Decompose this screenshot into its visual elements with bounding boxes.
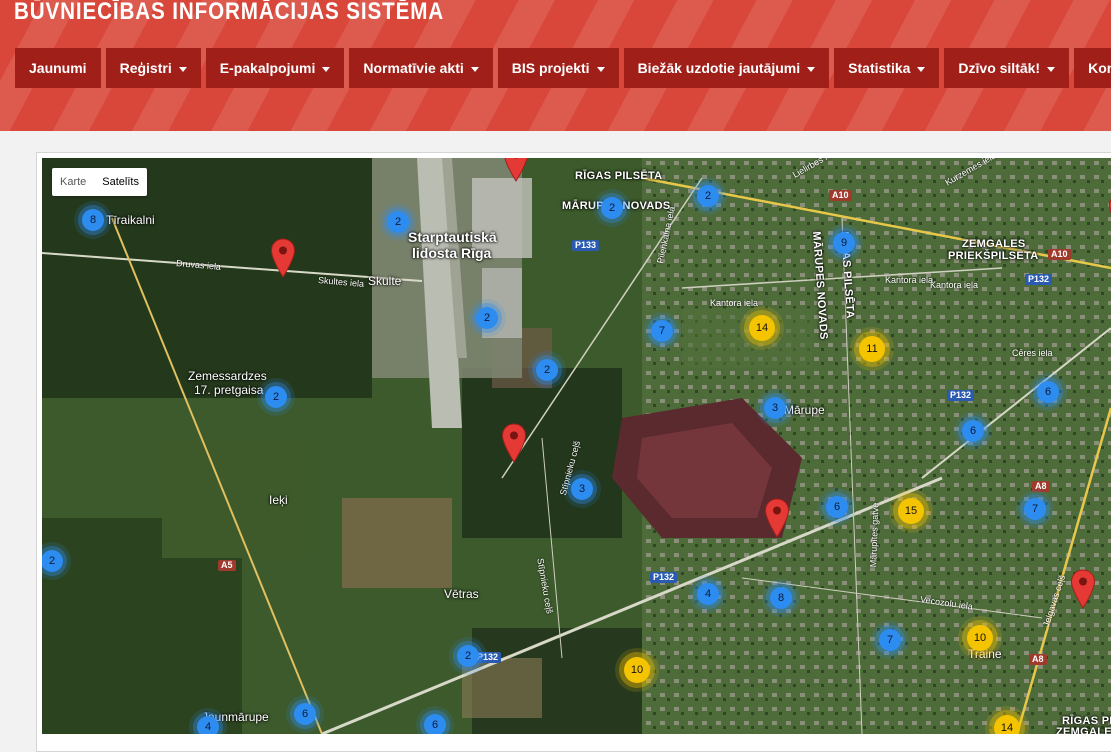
nav-e-pakalpojumi[interactable]: E-pakalpojumi (205, 48, 345, 88)
nav-jaunumi[interactable]: Jaunumi (15, 48, 101, 88)
road-shield: A5 (218, 560, 236, 571)
caret-down-icon (917, 66, 926, 72)
zemgales-bottom-label: ZEMGALES P (1056, 726, 1111, 734)
nav-normativie-akti[interactable]: Normatīvie akti (349, 48, 493, 88)
road-shield: A8 (1032, 481, 1050, 492)
nav-label: Dzīvo siltāk! (958, 60, 1041, 76)
caret-down-icon (470, 66, 479, 72)
location-pin-icon[interactable] (764, 498, 790, 538)
zemessardzes-label-line2: 17. pretgaisa (194, 383, 264, 397)
zemgales-label-line2: PRIEKŠPILSĒTA (948, 250, 1039, 262)
cluster-marker[interactable]: 14 (994, 715, 1020, 734)
main-nav: Jaunumi Reģistri E-pakalpojumi Normatīvi… (15, 48, 1111, 88)
road-shield: P132 (1025, 274, 1053, 285)
cluster-marker[interactable]: 3 (764, 397, 786, 419)
nav-dzivo-siltak[interactable]: Dzīvo siltāk! (944, 48, 1070, 88)
road-label: Kantora iela (885, 275, 934, 285)
nav-label: Statistika (848, 60, 911, 76)
road-shield: P133 (572, 240, 600, 251)
cluster-marker[interactable]: 6 (294, 703, 316, 725)
nav-registri[interactable]: Reģistri (105, 48, 201, 88)
airport-label-line1: Starptautiskā (408, 229, 497, 245)
nav-label: Jaunumi (29, 60, 87, 76)
location-pin-icon[interactable] (270, 238, 296, 278)
cluster-marker[interactable]: 8 (770, 587, 792, 609)
caret-down-icon (1047, 66, 1056, 72)
cluster-marker[interactable]: 8 (82, 209, 104, 231)
road-shield: A10 (829, 190, 852, 201)
cluster-marker[interactable]: 2 (476, 307, 498, 329)
road-shield: P132 (650, 572, 678, 583)
cluster-marker[interactable]: 10 (624, 657, 650, 683)
cluster-marker[interactable]: 6 (826, 496, 848, 518)
cluster-marker[interactable]: 3 (571, 478, 593, 500)
cluster-marker[interactable]: 2 (697, 185, 719, 207)
cluster-marker[interactable]: 7 (879, 629, 901, 651)
road-label: Kantora iela (930, 280, 979, 290)
caret-down-icon (596, 66, 605, 72)
site-title[interactable]: BŪVNIECĪBAS INFORMĀCIJAS SISTĒMA (14, 0, 444, 26)
nav-bis-projekti[interactable]: BIS projekti (497, 48, 619, 88)
cluster-marker[interactable]: 7 (651, 320, 673, 342)
cluster-marker[interactable]: 2 (387, 211, 409, 233)
nav-statistika[interactable]: Statistika (834, 48, 940, 88)
nav-label: Kontakti (1088, 60, 1111, 76)
road-label: Cēres iela (1012, 348, 1053, 358)
caret-down-icon (178, 66, 187, 72)
cluster-marker[interactable]: 6 (424, 714, 446, 734)
cluster-marker[interactable]: 4 (697, 583, 719, 605)
satellite-map[interactable]: Karte Satelīts Starptautiskā lidosta Rīg… (42, 158, 1111, 734)
road-shield: A10 (1048, 249, 1071, 260)
caret-down-icon (807, 66, 816, 72)
cluster-marker[interactable]: 6 (962, 420, 984, 442)
ieki-label: Ieķi (269, 493, 288, 507)
zemgales-label-line1: ZEMGALES (962, 238, 1026, 250)
road-shield: P132 (947, 390, 975, 401)
nav-label: E-pakalpojumi (219, 60, 316, 76)
cluster-marker[interactable]: 2 (265, 386, 287, 408)
nav-label: BIS projekti (511, 60, 590, 76)
cluster-marker[interactable]: 7 (1024, 498, 1046, 520)
zemessardzes-label-line1: Zemessardzes (188, 369, 267, 383)
map-type-control: Karte Satelīts (52, 168, 147, 196)
road-label: Kantora iela (710, 298, 759, 308)
cluster-marker[interactable]: 9 (833, 232, 855, 254)
nav-label: Reģistri (119, 60, 172, 76)
location-pin-icon[interactable] (501, 423, 527, 463)
cluster-marker[interactable]: 11 (859, 336, 885, 362)
nav-kontakti[interactable]: Kontakti (1074, 48, 1111, 88)
road-shield: A8 (1029, 654, 1047, 665)
cluster-marker[interactable]: 2 (536, 359, 558, 381)
cluster-marker[interactable]: 14 (749, 315, 775, 341)
tiraikalni-label: Tīraikalni (106, 213, 155, 227)
cluster-marker[interactable]: 2 (457, 645, 479, 667)
cluster-marker[interactable]: 4 (197, 716, 219, 734)
map-type-karte[interactable]: Karte (52, 168, 94, 196)
skulte-label: Skulte (368, 274, 402, 288)
riga-city-label: RĪGAS PILSĒTA (575, 170, 663, 182)
airport-label-line2: lidosta Rīga (412, 245, 492, 261)
nav-label: Normatīvie akti (363, 60, 464, 76)
location-pin-icon[interactable] (1070, 569, 1096, 609)
caret-down-icon (322, 66, 331, 72)
site-header: BŪVNIECĪBAS INFORMĀCIJAS SISTĒMA Jaunumi… (0, 0, 1111, 131)
nav-label: Biežāk uzdotie jautājumi (637, 60, 801, 76)
cluster-marker[interactable]: 6 (1037, 381, 1059, 403)
cluster-marker[interactable]: 2 (42, 550, 63, 572)
nav-biezak-uzdotie-jautajumi[interactable]: Biežāk uzdotie jautājumi (623, 48, 830, 88)
cluster-marker[interactable]: 2 (601, 197, 623, 219)
cluster-marker[interactable]: 10 (967, 625, 993, 651)
map-type-satelits[interactable]: Satelīts (94, 168, 147, 196)
location-pin-icon[interactable] (503, 158, 529, 182)
vetras-label: Vētras (444, 587, 479, 601)
cluster-marker[interactable]: 15 (898, 498, 924, 524)
marupe-label: Mārupe (784, 403, 825, 417)
